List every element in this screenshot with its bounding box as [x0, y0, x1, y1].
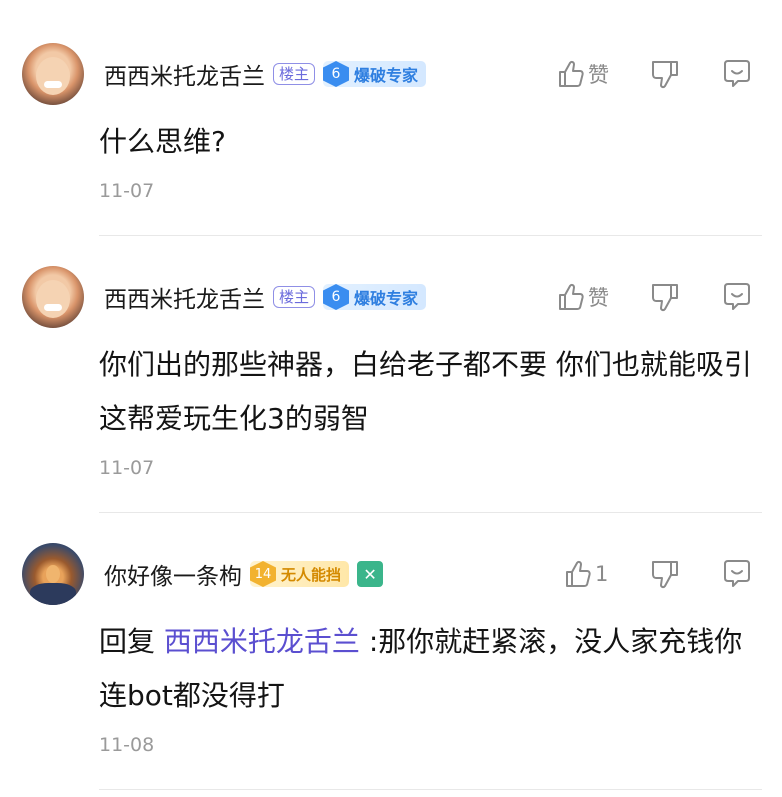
badge-level: 14	[250, 561, 276, 587]
thumbs-down-icon	[652, 61, 678, 89]
divider	[99, 789, 762, 790]
thumbs-down-icon	[652, 284, 678, 312]
mention-link[interactable]: 西西米托龙舌兰	[164, 625, 360, 658]
reply-button[interactable]	[722, 58, 752, 90]
level-badge: 14 无人能挡	[250, 561, 350, 587]
username[interactable]: 你好像一条枸	[104, 557, 242, 591]
action-bar: 赞	[556, 280, 609, 314]
avatar[interactable]	[22, 543, 84, 605]
comment-date: 11-07	[99, 180, 155, 202]
reply-wrap	[722, 280, 752, 314]
comment-date: 11-08	[99, 734, 155, 756]
dislike-button[interactable]	[650, 281, 680, 313]
comment-text: 回复 西西米托龙舌兰 :那你就赶紧滚，没人家充钱你连bot都没得打	[99, 615, 762, 723]
user-row: 你好像一条枸 14 无人能挡 ✕	[104, 557, 384, 591]
comment-text: 你们出的那些神器，白给老子都不要 你们也就能吸引这帮爱玩生化3的弱智	[99, 348, 752, 435]
user-row: 西西米托龙舌兰 楼主 6 爆破专家	[104, 57, 427, 91]
divider	[99, 512, 762, 513]
dislike-wrap	[650, 57, 680, 91]
dislike-button[interactable]	[650, 558, 680, 590]
dislike-button[interactable]	[650, 58, 680, 90]
badge-level: 6	[323, 61, 350, 87]
username[interactable]: 西西米托龙舌兰	[104, 280, 265, 314]
comment-text: 什么思维?	[99, 125, 226, 158]
dislike-wrap	[650, 280, 680, 314]
thumbs-up-icon	[559, 60, 584, 87]
action-bar: 赞	[556, 57, 609, 91]
badge-label: 爆破专家	[354, 289, 419, 308]
divider	[99, 235, 762, 236]
reply-wrap	[722, 557, 752, 591]
reply-prefix: 回复	[99, 625, 164, 658]
x-square-badge-icon: ✕	[357, 561, 384, 587]
reply-button[interactable]	[722, 281, 752, 313]
comment-bubble-icon	[724, 60, 750, 87]
like-button[interactable]: 赞	[556, 282, 609, 312]
thumbs-down-icon	[652, 561, 678, 589]
badge-label: 爆破专家	[354, 66, 419, 85]
level-badge: 6 爆破专家	[323, 284, 427, 310]
username[interactable]: 西西米托龙舌兰	[104, 57, 265, 91]
action-bar: 1	[563, 557, 608, 591]
like-button[interactable]: 1	[563, 559, 608, 589]
level-badge: 6 爆破专家	[323, 61, 427, 87]
reply-button[interactable]	[722, 558, 752, 590]
like-count: 1	[595, 562, 609, 586]
badge-label: 无人能挡	[281, 565, 342, 584]
avatar[interactable]	[22, 266, 84, 328]
user-row: 西西米托龙舌兰 楼主 6 爆破专家	[104, 280, 427, 314]
comment-date: 11-07	[99, 457, 155, 479]
reply-wrap	[722, 57, 752, 91]
op-tag: 楼主	[273, 63, 316, 85]
badge-level: 6	[323, 284, 350, 310]
like-button[interactable]: 赞	[556, 59, 609, 89]
dislike-wrap	[650, 557, 680, 591]
avatar[interactable]	[22, 43, 84, 105]
like-label: 赞	[588, 63, 609, 87]
like-label: 赞	[588, 286, 609, 310]
comment-bubble-icon	[724, 560, 750, 587]
op-tag: 楼主	[273, 286, 316, 308]
thumbs-up-icon	[566, 560, 591, 587]
comment-bubble-icon	[724, 283, 750, 310]
thumbs-up-icon	[559, 283, 584, 310]
